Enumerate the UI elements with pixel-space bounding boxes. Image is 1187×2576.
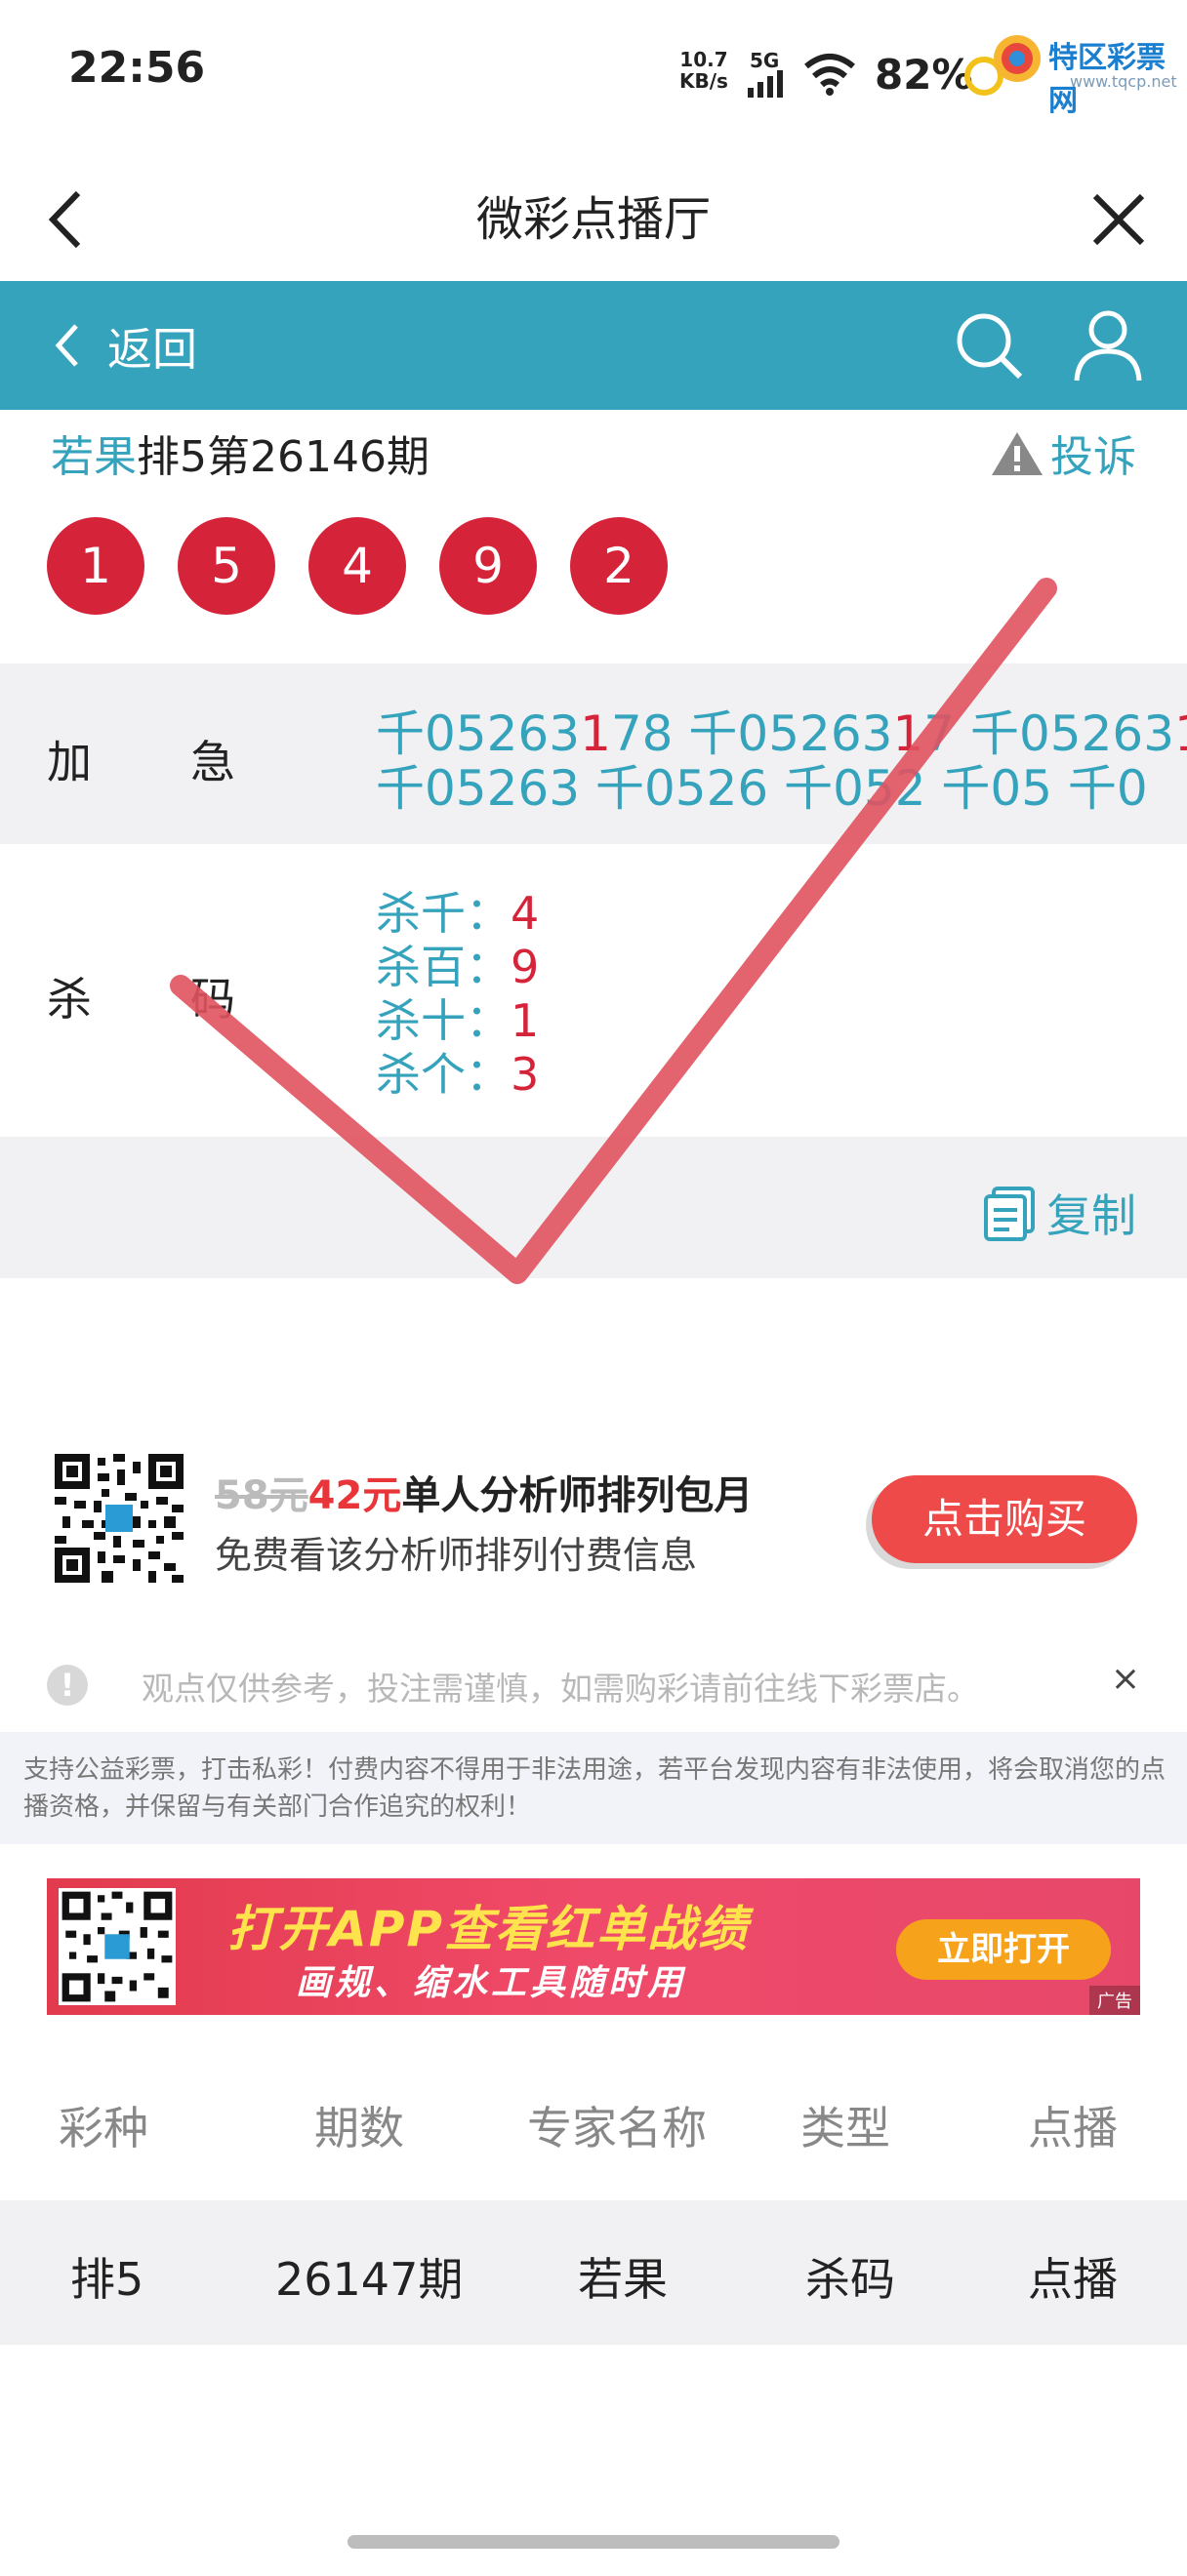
notice-close-button[interactable]: × xyxy=(1111,1659,1140,1699)
promo-title: 58元42元单人分析师排列包月 xyxy=(215,1464,753,1520)
report-label: 投诉 xyxy=(1050,432,1136,482)
info-icon: ! xyxy=(47,1665,88,1706)
open-app-button[interactable]: 立即打开 xyxy=(896,1919,1111,1980)
page-title: 微彩点播厅 xyxy=(475,192,711,247)
new-price: 42元 xyxy=(307,1473,402,1518)
table-cell-expert[interactable]: 若果 xyxy=(578,2244,668,2309)
watermark-swirl-icon xyxy=(994,35,1041,82)
table-header-issue: 期数 xyxy=(314,2102,404,2154)
notice-text: 观点仅供参考，投注需谨慎，如需购彩请前往线下彩票店。 xyxy=(142,1670,979,1708)
result-ball: 9 xyxy=(439,517,537,615)
kill-item: 杀个：3 xyxy=(376,1039,539,1104)
old-price: 58元 xyxy=(215,1473,308,1518)
copy-icon xyxy=(984,1187,1035,1241)
table-header-action: 点播 xyxy=(1028,2102,1118,2154)
disclaimer-box: 支持公益彩票，打击私彩！付费内容不得用于非法用途，若平台发现内容有非法使用，将会… xyxy=(0,1732,1187,1844)
jiaji-line-2: 千05263 千0526 千052 千05 千0 xyxy=(376,760,1148,817)
promo-subtitle: 免费看该分析师排列付费信息 xyxy=(215,1534,698,1577)
issue-number: 排5第26146期 xyxy=(137,432,430,482)
issue-title: 若果排5第26146期 xyxy=(51,422,430,484)
notice-bar: ! 观点仅供参考，投注需谨慎，如需购彩请前往线下彩票店。 × xyxy=(0,1649,1187,1727)
ad-tag: 广告 xyxy=(1089,1986,1140,2015)
result-ball: 1 xyxy=(47,517,144,615)
table-header-lottery: 彩种 xyxy=(59,2102,148,2154)
copy-label: 复制 xyxy=(1046,1189,1136,1242)
search-icon[interactable] xyxy=(952,308,1026,382)
qr-code-icon xyxy=(59,1888,176,2005)
table-cell-lottery: 排5 xyxy=(70,2253,144,2306)
table-header-expert: 专家名称 xyxy=(527,2102,707,2154)
status-icons: 10.7 KB/s 5G 82% 特区彩票网 www.tqcp.net xyxy=(679,29,1187,118)
kill-label-2: 码 xyxy=(190,973,235,1026)
app-banner[interactable]: 打开APP查看红单战绩 画规、缩水工具随时用 立即打开 广告 xyxy=(47,1878,1140,2015)
kill-label-1: 杀 xyxy=(47,973,92,1026)
table-header-type: 类型 xyxy=(800,2102,890,2154)
jiaji-segment: 1 xyxy=(1174,705,1187,762)
home-indicator[interactable] xyxy=(348,2535,839,2549)
user-icon[interactable] xyxy=(1069,306,1147,384)
result-ball: 5 xyxy=(178,517,275,615)
banner-headline: 打开APP查看红单战绩 xyxy=(227,1901,749,1957)
table-cell-issue: 26147期 xyxy=(275,2253,464,2306)
kill-item-value: 3 xyxy=(511,1048,540,1101)
warning-icon xyxy=(992,432,1043,475)
network-type: 5G xyxy=(750,49,780,72)
net-speed: 10.7 KB/s xyxy=(679,49,728,92)
header-bar: 返回 xyxy=(0,281,1187,410)
disclaimer-text: 支持公益彩票，打击私彩！付费内容不得用于非法用途，若平台发现内容有非法使用，将会… xyxy=(23,1755,1167,1822)
back-button[interactable]: 返回 xyxy=(39,306,234,384)
result-ball: 4 xyxy=(308,517,406,615)
back-label: 返回 xyxy=(107,323,197,376)
banner-subline: 画规、缩水工具随时用 xyxy=(296,1963,687,2003)
promo-title-text: 单人分析师排列包月 xyxy=(401,1473,754,1518)
back-arrow-icon xyxy=(55,324,78,367)
watermark-url: www.tqcp.net xyxy=(1070,72,1177,91)
copy-button[interactable]: 复制 xyxy=(980,1181,1136,1245)
signal-icon xyxy=(748,70,783,98)
expert-name[interactable]: 若果 xyxy=(51,432,137,482)
table-cell-play-button[interactable]: 点播 xyxy=(1028,2244,1118,2309)
result-ball: 2 xyxy=(570,517,668,615)
status-time: 22:56 xyxy=(68,43,206,93)
wifi-icon xyxy=(804,54,855,96)
net-speed-value: 10.7 xyxy=(679,48,728,71)
close-icon[interactable] xyxy=(1089,190,1148,249)
qr-code-icon[interactable] xyxy=(55,1454,184,1583)
jiaji-label-2: 急 xyxy=(190,736,235,788)
jiaji-label-1: 加 xyxy=(47,736,92,788)
net-speed-unit: KB/s xyxy=(679,69,728,93)
buy-button[interactable]: 点击购买 xyxy=(872,1475,1137,1563)
report-button[interactable]: 投诉 xyxy=(990,422,1136,484)
kill-item-label: 杀个： xyxy=(376,1048,511,1101)
table-cell-type: 杀码 xyxy=(805,2253,895,2306)
watermark-logo: 特区彩票网 www.tqcp.net xyxy=(992,29,1187,118)
battery-level: 82% xyxy=(875,51,973,99)
